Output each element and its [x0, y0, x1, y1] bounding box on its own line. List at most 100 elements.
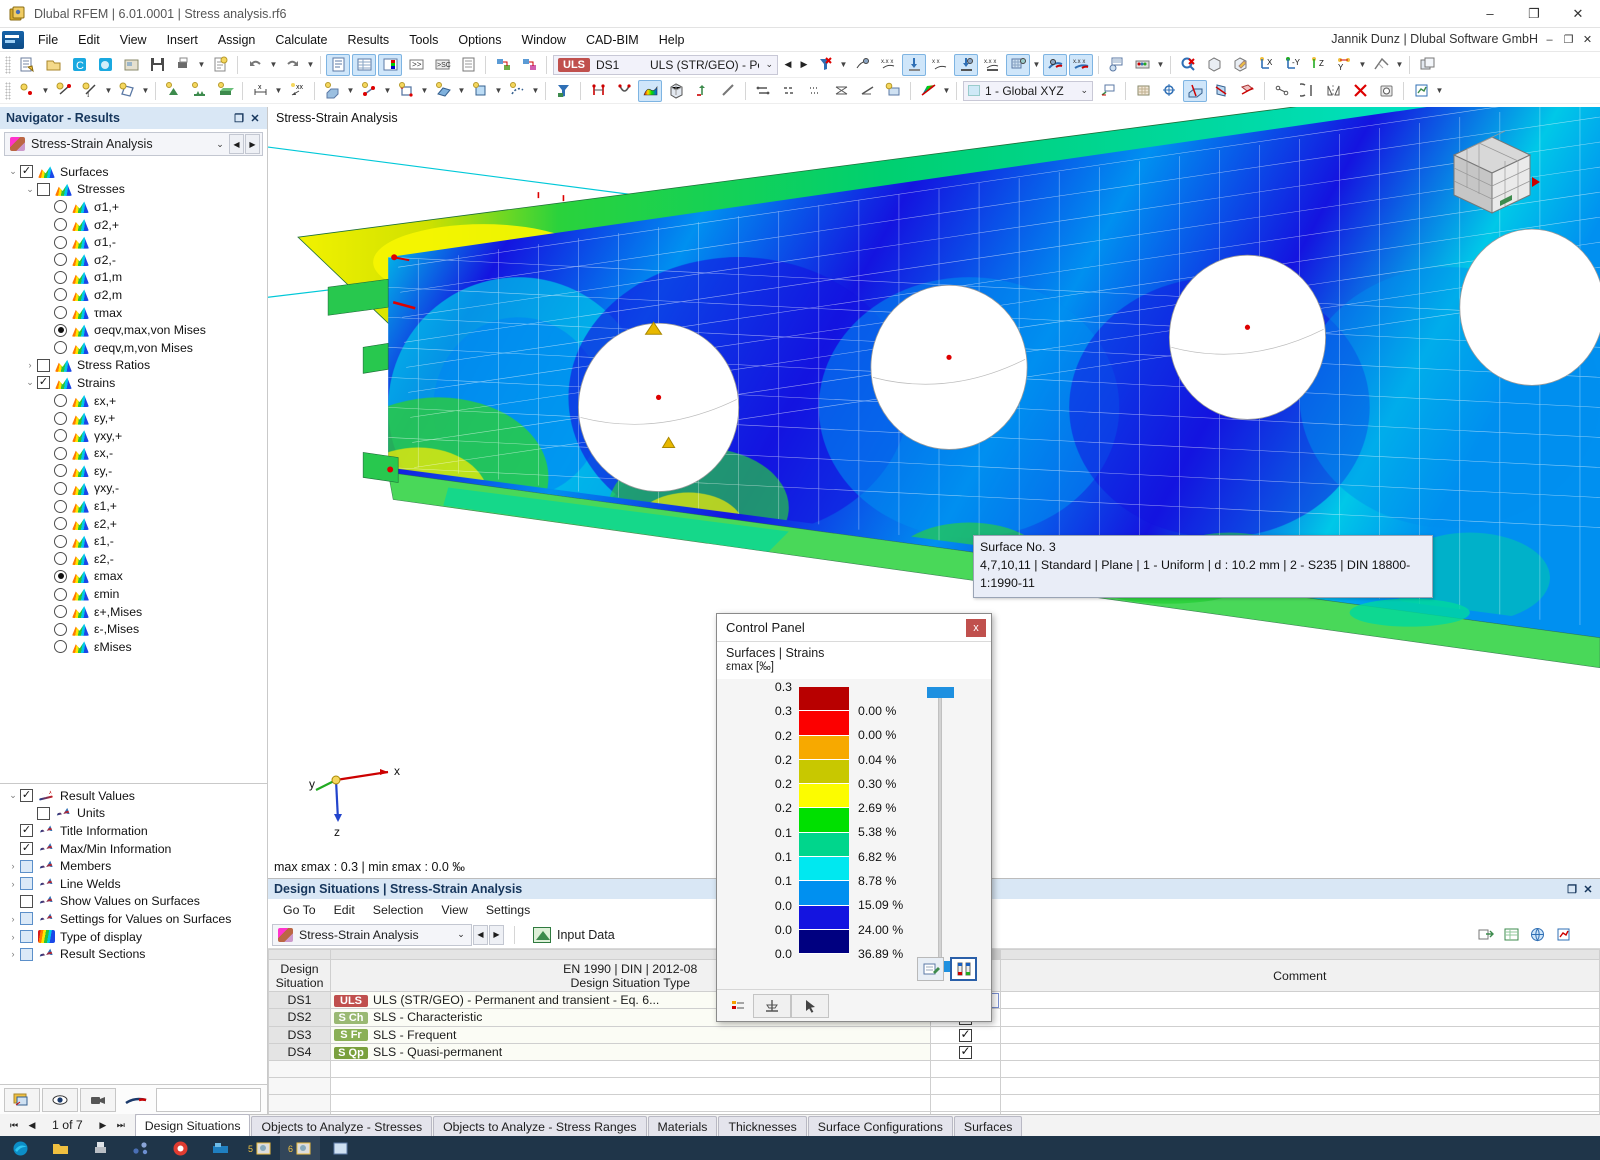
filter-dropdown-icon[interactable]: ▼: [838, 54, 849, 76]
checkbox[interactable]: [37, 358, 50, 372]
snap-icon[interactable]: [1157, 80, 1181, 102]
table-excel-icon[interactable]: [1499, 924, 1523, 946]
navigator-result-selector[interactable]: Stress-Strain Analysis ⌄ ◀ ▶: [4, 132, 263, 156]
model-info-icon[interactable]: [119, 54, 143, 76]
perspective-dropdown-icon[interactable]: ▼: [1394, 54, 1405, 76]
menu-item-file[interactable]: File: [28, 30, 68, 50]
nav-item-min[interactable]: εmin: [0, 585, 267, 603]
pointer-icon[interactable]: [791, 993, 829, 1018]
menu-item-cad-bim[interactable]: CAD-BIM: [576, 30, 649, 50]
nodal-support-icon[interactable]: [161, 80, 185, 102]
pager-last-button[interactable]: ⏭: [113, 1116, 129, 1134]
member-set-dropdown-icon[interactable]: ▼: [493, 80, 504, 102]
legend-range-slider[interactable]: [921, 687, 961, 979]
checkbox[interactable]: ✓: [20, 842, 33, 856]
work-plane-xy-icon[interactable]: [1183, 79, 1207, 102]
navigator-close-button[interactable]: ✕: [247, 110, 263, 126]
navigator-next-button[interactable]: ▶: [245, 134, 260, 154]
nav-item-1-m[interactable]: σ1,m: [0, 269, 267, 287]
cell-empty[interactable]: [929, 1077, 1001, 1095]
legend-band[interactable]: [799, 759, 849, 785]
nav-item-y[interactable]: εy,+: [0, 409, 267, 427]
table-undock-button[interactable]: ❐: [1564, 881, 1580, 897]
view-cube[interactable]: [1442, 125, 1542, 225]
nav-item-xy[interactable]: γxy,+: [0, 427, 267, 445]
work-plane-yz-icon[interactable]: [1235, 80, 1259, 102]
result-values-icon[interactable]: x.x x: [876, 54, 900, 76]
surface-support-icon[interactable]: [213, 80, 237, 102]
cell-empty[interactable]: [330, 1077, 931, 1095]
rfem-icon[interactable]: [200, 1136, 240, 1160]
radio-button[interactable]: [54, 587, 67, 601]
edge-icon[interactable]: [0, 1136, 40, 1160]
pager-prev-button[interactable]: ◀: [24, 1116, 40, 1134]
radio-button[interactable]: [54, 323, 67, 337]
new-surface-icon[interactable]: [115, 80, 139, 102]
print-icon[interactable]: [171, 54, 195, 76]
opening-icon[interactable]: [394, 80, 418, 102]
factors-icon[interactable]: [723, 994, 753, 1018]
nav-item-surfaces[interactable]: ⌄ ✓ Surfaces: [0, 163, 267, 181]
display-item-line-welds[interactable]: › Line Welds: [0, 875, 267, 893]
legend-band[interactable]: [799, 905, 849, 930]
printout-report-icon[interactable]: [208, 54, 232, 76]
table-module-selector[interactable]: Stress-Strain Analysis ⌄: [272, 923, 472, 946]
display-item-title-information[interactable]: ✓ Title Information: [0, 822, 267, 840]
expand-toggle-icon[interactable]: ›: [6, 949, 20, 959]
radio-button[interactable]: [54, 341, 67, 355]
print-dropdown-icon[interactable]: ▼: [196, 54, 207, 76]
redo-icon[interactable]: [280, 54, 304, 76]
member-results-icon[interactable]: [586, 80, 610, 102]
menu-item-window[interactable]: Window: [511, 30, 575, 50]
window-close-button[interactable]: ✕: [1556, 0, 1600, 28]
result-section-icon[interactable]: [716, 80, 740, 102]
table-globe-icon[interactable]: [1525, 924, 1549, 946]
view-dropdown-icon[interactable]: ▼: [1357, 54, 1368, 76]
expand-toggle-icon[interactable]: ⌄: [6, 790, 20, 801]
legend-band[interactable]: [799, 784, 849, 809]
nav-item-2[interactable]: σ2,+: [0, 216, 267, 234]
display-item-result-values[interactable]: ⌄ ✓ x.x x Result Values: [0, 787, 267, 805]
checkbox[interactable]: [20, 947, 33, 961]
zoom-reset-icon[interactable]: [1176, 54, 1200, 76]
dimension-dropdown-icon[interactable]: ▼: [273, 80, 284, 102]
dlubal-center-icon[interactable]: C: [67, 54, 91, 76]
color-scale-icon[interactable]: [916, 80, 940, 102]
cell-comment[interactable]: [999, 1042, 1600, 1062]
render-icon[interactable]: [4, 1087, 40, 1112]
window5-icon[interactable]: 5: [240, 1136, 280, 1160]
color-scale-dropdown-icon[interactable]: ▼: [941, 80, 952, 102]
expand-toggle-icon[interactable]: ⌄: [23, 184, 37, 195]
surface-load-dropdown-icon[interactable]: ▼: [456, 80, 467, 102]
checkbox[interactable]: [20, 894, 33, 908]
legend-slider-thumb-upper[interactable]: [927, 687, 954, 698]
solid-results-icon[interactable]: [664, 80, 688, 102]
deformation-icon[interactable]: [902, 53, 926, 76]
cell-to-analyze[interactable]: [929, 1042, 1001, 1062]
cell-empty[interactable]: [330, 1094, 931, 1112]
toolbar-grip[interactable]: [5, 55, 11, 74]
visibility-icon[interactable]: [42, 1087, 78, 1112]
table-menu-goto[interactable]: Go To: [274, 901, 325, 919]
nav-item-2[interactable]: ε2,+: [0, 515, 267, 533]
nav-item-y[interactable]: εy,-: [0, 462, 267, 480]
navigator-prev-button[interactable]: ◀: [229, 134, 244, 154]
chrome-icon[interactable]: [160, 1136, 200, 1160]
nav-item-x[interactable]: εx,+: [0, 392, 267, 410]
undo-dropdown-icon[interactable]: ▼: [268, 54, 279, 76]
load-case-prev-button[interactable]: ◀: [780, 55, 796, 75]
display-item-settings-for-values-on-surfaces[interactable]: › Settings for Values on Surfaces: [0, 910, 267, 928]
window6-icon[interactable]: 6: [280, 1136, 320, 1160]
result-values-2-icon[interactable]: x x: [928, 54, 952, 76]
surface-dropdown-icon[interactable]: ▼: [140, 80, 151, 102]
solid-icon[interactable]: [320, 80, 344, 102]
checkbox[interactable]: [20, 930, 33, 944]
expand-toggle-icon[interactable]: ⌄: [23, 377, 37, 388]
explorer-icon[interactable]: [40, 1136, 80, 1160]
checkbox[interactable]: ✓: [20, 165, 33, 179]
node-dropdown-icon[interactable]: ▼: [40, 80, 51, 102]
menu-item-view[interactable]: View: [110, 30, 157, 50]
legend-band[interactable]: [799, 711, 849, 736]
table-menu-view[interactable]: View: [432, 901, 476, 919]
table-next-button[interactable]: ▶: [489, 924, 504, 945]
